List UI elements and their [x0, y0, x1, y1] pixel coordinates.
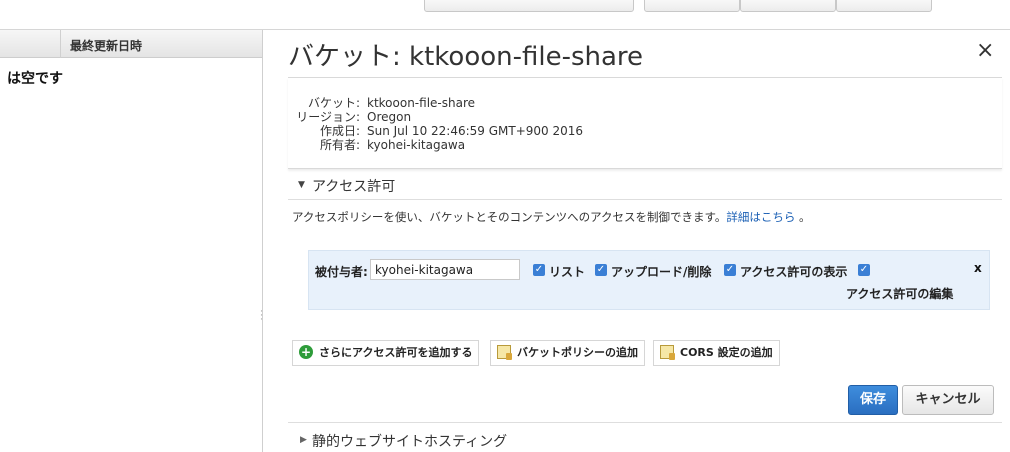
info-row-owner: 所有者: kyohei-kitagawa: [288, 136, 465, 153]
cancel-button[interactable]: キャンセル: [902, 385, 994, 415]
details-link[interactable]: 詳細はこちら: [726, 210, 795, 224]
add-bucket-policy-button[interactable]: バケットポリシーの追加: [490, 340, 645, 366]
upload-delete-checkbox-label: アップロード/削除: [611, 265, 712, 279]
top-toolbar: [0, 0, 1010, 30]
description-text: アクセスポリシーを使い、バケットとそのコンテンツへのアクセスを制御できます。: [292, 210, 727, 224]
permissions-description: アクセスポリシーを使い、バケットとそのコンテンツへのアクセスを制御できます。詳細…: [292, 209, 811, 225]
bucket-info-box: バケット: ktkooon-file-share リージョン: Oregon 作成日…: [288, 77, 1002, 169]
view-permissions-checkbox[interactable]: ✓: [724, 264, 736, 276]
description-tail: 。: [795, 210, 811, 224]
list-checkbox[interactable]: ✓: [533, 264, 545, 276]
last-modified-column-header[interactable]: 最終更新日時: [70, 37, 142, 54]
grantee-label: 被付与者:: [315, 265, 368, 279]
bucket-properties-panel: バケット: ktkooon-file-share × バケット: ktkooon-…: [264, 30, 1010, 452]
add-cors-button[interactable]: CORS 設定の追加: [653, 340, 780, 366]
static-hosting-section-header[interactable]: ▶ 静的ウェブサイトホスティング: [288, 422, 1002, 452]
panel-title: バケット: ktkooon-file-share: [288, 42, 644, 72]
static-hosting-section-title: 静的ウェブサイトホスティング: [312, 434, 508, 450]
column-separator: [60, 30, 61, 58]
list-checkbox-label: リスト: [549, 265, 586, 279]
add-permission-label: さらにアクセス許可を追加する: [319, 346, 473, 359]
toolbar-button[interactable]: [644, 0, 740, 12]
expand-right-arrow-icon: ▶: [300, 435, 307, 445]
add-permission-button[interactable]: + さらにアクセス許可を追加する: [292, 340, 480, 366]
close-icon[interactable]: ×: [976, 38, 994, 63]
permissions-section-title: アクセス許可: [312, 179, 396, 195]
s3-console: 最終更新日時 は空です · · · バケット: ktkooon-file-share…: [0, 0, 1010, 452]
empty-message: は空です: [7, 71, 63, 87]
grant-row: 被付与者: ✓ リスト ✓ アップロード/削除 ✓ アクセス許可の表示 ✓ アク…: [308, 250, 990, 310]
toolbar-button[interactable]: [740, 0, 836, 12]
save-button[interactable]: 保存: [848, 385, 898, 415]
expand-down-arrow-icon: ▼: [298, 180, 305, 190]
add-plus-icon: +: [299, 345, 313, 359]
policy-document-icon: [497, 345, 512, 360]
add-bucket-policy-label: バケットポリシーの追加: [517, 346, 638, 359]
toolbar-button[interactable]: [836, 0, 932, 12]
edit-permissions-checkbox[interactable]: ✓: [858, 264, 870, 276]
object-list-header: 最終更新日時: [0, 30, 262, 58]
add-cors-label: CORS 設定の追加: [680, 346, 773, 359]
toolbar-button[interactable]: [424, 0, 634, 12]
object-list-pane: 最終更新日時 は空です: [0, 30, 263, 452]
cors-document-icon: [660, 345, 675, 360]
info-value: kyohei-kitagawa: [367, 138, 466, 152]
edit-permissions-checkbox-label: アクセス許可の編集: [846, 287, 954, 301]
grantee-input[interactable]: [370, 259, 520, 280]
permissions-section-header[interactable]: ▼ アクセス許可: [288, 170, 1002, 200]
upload-delete-checkbox[interactable]: ✓: [595, 264, 607, 276]
view-permissions-checkbox-label: アクセス許可の表示: [740, 265, 848, 279]
remove-grant-icon[interactable]: x: [974, 261, 982, 275]
info-key: 所有者:: [319, 138, 360, 152]
